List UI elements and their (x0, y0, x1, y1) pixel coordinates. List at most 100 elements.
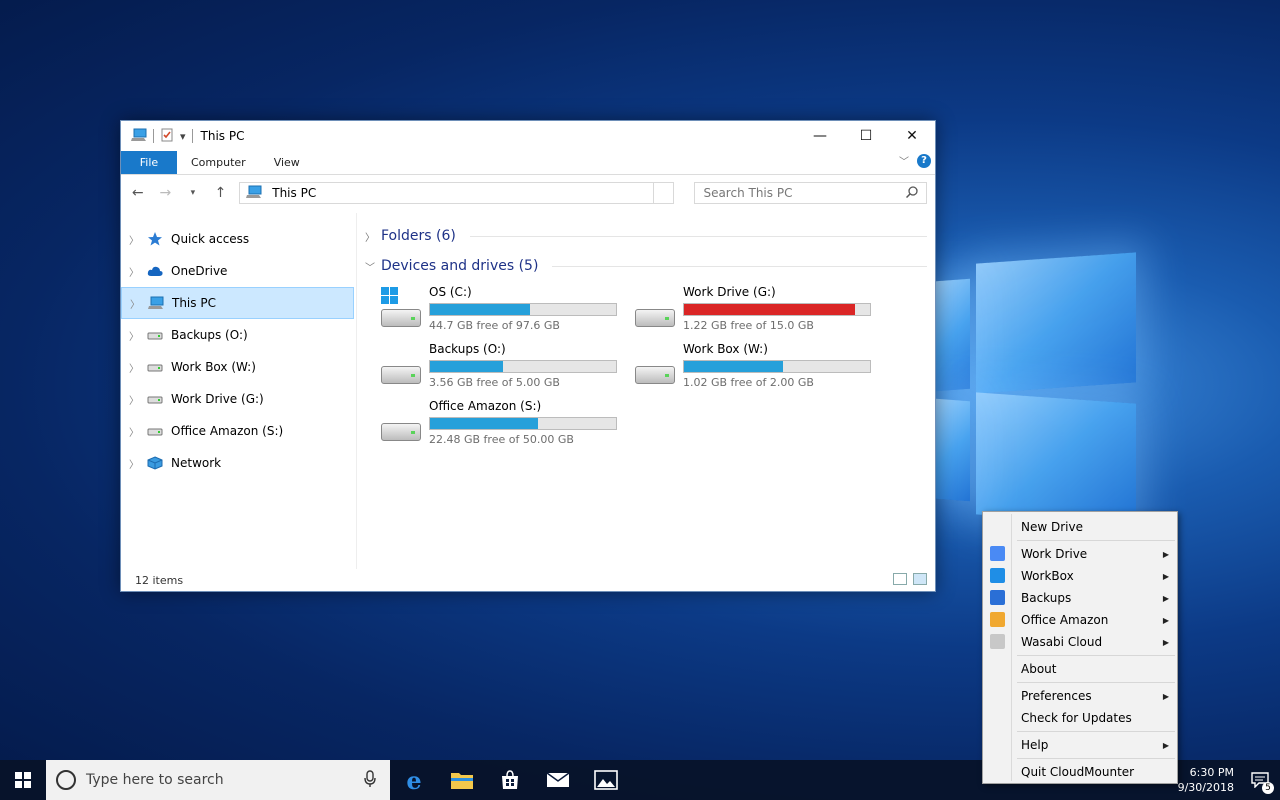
hard-drive-icon (379, 405, 423, 445)
drive-free-space: 1.02 GB free of 2.00 GB (683, 376, 814, 389)
window-title: This PC (200, 129, 245, 143)
nav-item-quick-access[interactable]: 〉 Quick access (121, 223, 356, 255)
group-folders[interactable]: 〉 Folders (6) (365, 221, 927, 251)
store-icon[interactable] (486, 760, 534, 800)
hard-drive-icon (379, 348, 423, 388)
expand-chevron-icon[interactable]: 〉 (130, 296, 140, 311)
menu-item-office-amazon[interactable]: Office Amazon ▶ (983, 609, 1177, 631)
nav-item-label: OneDrive (171, 264, 228, 278)
drive-tile[interactable]: Work Box (W:) 1.02 GB free of 2.00 GB (633, 338, 887, 395)
amazon-icon (990, 612, 1005, 627)
search-placeholder: Search This PC (703, 186, 793, 200)
drive-tile[interactable]: Work Drive (G:) 1.22 GB free of 15.0 GB (633, 281, 887, 338)
menu-item-backups[interactable]: Backups ▶ (983, 587, 1177, 609)
submenu-arrow-icon: ▶ (1162, 691, 1169, 701)
nav-item-office-amazon[interactable]: 〉 Office Amazon (S:) (121, 415, 356, 447)
expand-chevron-icon[interactable]: 〉 (129, 232, 139, 247)
menu-item-about[interactable]: About (983, 658, 1177, 680)
expand-chevron-icon[interactable]: 〉 (365, 229, 375, 244)
menu-item-label: Office Amazon (1021, 613, 1109, 627)
menu-item-wasabi-cloud[interactable]: Wasabi Cloud ▶ (983, 631, 1177, 653)
expand-chevron-icon[interactable]: 〉 (129, 456, 139, 471)
cloudmounter-tray-menu: New Drive Work Drive ▶ WorkBox ▶ Backups ▶ Offi… (982, 511, 1178, 784)
up-button[interactable]: ↑ (212, 185, 230, 201)
nav-item-work-drive[interactable]: 〉 Work Drive (G:) (121, 383, 356, 415)
nav-item-this-pc[interactable]: 〉 This PC (121, 287, 354, 319)
forward-button[interactable]: → (157, 185, 175, 201)
minimize-button[interactable]: — (797, 121, 843, 151)
drive-icon (147, 424, 163, 438)
nav-item-label: Office Amazon (S:) (171, 424, 284, 438)
customize-qat-icon[interactable]: ▾ (180, 130, 186, 143)
collapse-chevron-icon[interactable]: ﹀ (365, 259, 375, 274)
photos-icon[interactable] (582, 760, 630, 800)
nav-item-label: Backups (O:) (171, 328, 248, 342)
taskbar-search[interactable]: Type here to search (46, 760, 390, 800)
nav-item-backups[interactable]: 〉 Backups (O:) (121, 319, 356, 351)
tab-file[interactable]: File (121, 151, 177, 174)
expand-chevron-icon[interactable]: 〉 (129, 264, 139, 279)
wasabi-icon (990, 634, 1005, 649)
tab-computer[interactable]: Computer (177, 151, 260, 174)
mail-icon[interactable] (534, 760, 582, 800)
group-devices[interactable]: ﹀ Devices and drives (5) (365, 251, 927, 281)
menu-item-quit-cloudmounter[interactable]: Quit CloudMounter (983, 761, 1177, 783)
help-icon[interactable]: ? (917, 153, 931, 168)
address-bar[interactable]: This PC (239, 182, 675, 204)
large-icons-view-icon[interactable] (913, 573, 927, 585)
search-box[interactable]: Search This PC (694, 182, 928, 204)
close-button[interactable]: ✕ (889, 121, 935, 151)
file-explorer-icon[interactable] (438, 760, 486, 800)
expand-chevron-icon[interactable]: 〉 (129, 360, 139, 375)
file-explorer-window: ▾ This PC — ☐ ✕ File Computer View ﹀ ? ←… (120, 120, 936, 592)
drive-free-space: 3.56 GB free of 5.00 GB (429, 376, 560, 389)
menu-item-new-drive[interactable]: New Drive (983, 516, 1177, 538)
action-center-button[interactable]: 5 (1240, 760, 1280, 800)
computer-icon (246, 185, 262, 202)
cortana-icon[interactable] (56, 770, 76, 790)
nav-item-onedrive[interactable]: 〉 OneDrive (121, 255, 356, 287)
group-header: Devices and drives (5) (381, 258, 539, 274)
drive-name: Backups (O:) (429, 342, 506, 356)
tab-view[interactable]: View (260, 151, 314, 174)
menu-item-preferences[interactable]: Preferences ▶ (983, 685, 1177, 707)
nav-item-label: This PC (172, 296, 216, 310)
expand-chevron-icon[interactable]: 〉 (129, 392, 139, 407)
drive-usage-bar (429, 360, 617, 373)
submenu-arrow-icon: ▶ (1162, 637, 1169, 647)
microphone-icon[interactable] (364, 770, 376, 792)
nav-item-work-box[interactable]: 〉 Work Box (W:) (121, 351, 356, 383)
network-icon (147, 456, 163, 470)
nav-item-label: Work Box (W:) (171, 360, 256, 374)
search-icon (906, 185, 918, 201)
maximize-button[interactable]: ☐ (843, 121, 889, 151)
drive-tile[interactable]: Office Amazon (S:) 22.48 GB free of 50.0… (379, 395, 633, 452)
expand-ribbon-icon[interactable]: ﹀ (899, 153, 909, 168)
drive-tile[interactable]: OS (C:) 44.7 GB free of 97.6 GB (379, 281, 633, 338)
nav-item-network[interactable]: 〉 Network (121, 447, 356, 479)
drive-free-space: 44.7 GB free of 97.6 GB (429, 319, 560, 332)
drive-tile[interactable]: Backups (O:) 3.56 GB free of 5.00 GB (379, 338, 633, 395)
back-button[interactable]: ← (129, 185, 147, 201)
backups-icon (990, 590, 1005, 605)
address-dropdown[interactable] (653, 183, 673, 203)
nav-item-label: Quick access (171, 232, 250, 246)
drives-grid: OS (C:) 44.7 GB free of 97.6 GB Work Dri… (365, 281, 927, 452)
expand-chevron-icon[interactable]: 〉 (129, 424, 139, 439)
drive-name: Work Drive (G:) (683, 285, 776, 299)
menu-item-label: About (1021, 662, 1057, 676)
details-view-icon[interactable] (893, 573, 907, 585)
menu-item-help[interactable]: Help ▶ (983, 734, 1177, 756)
edge-browser-icon[interactable]: e (390, 760, 438, 800)
recent-locations-icon[interactable]: ▾ (184, 188, 202, 198)
navigation-pane: 〉 Quick access 〉 OneDrive 〉 This PC 〉 Ba… (121, 213, 357, 569)
start-button[interactable] (0, 760, 46, 800)
expand-chevron-icon[interactable]: 〉 (129, 328, 139, 343)
properties-icon[interactable] (160, 128, 174, 145)
menu-item-check-for-updates[interactable]: Check for Updates (983, 707, 1177, 729)
menu-item-work-drive[interactable]: Work Drive ▶ (983, 543, 1177, 565)
menu-item-label: WorkBox (1021, 569, 1074, 583)
content-pane: 〉 Folders (6) ﹀ Devices and drives (5) O… (357, 213, 935, 569)
menu-item-workbox[interactable]: WorkBox ▶ (983, 565, 1177, 587)
drive-icon (147, 328, 163, 342)
